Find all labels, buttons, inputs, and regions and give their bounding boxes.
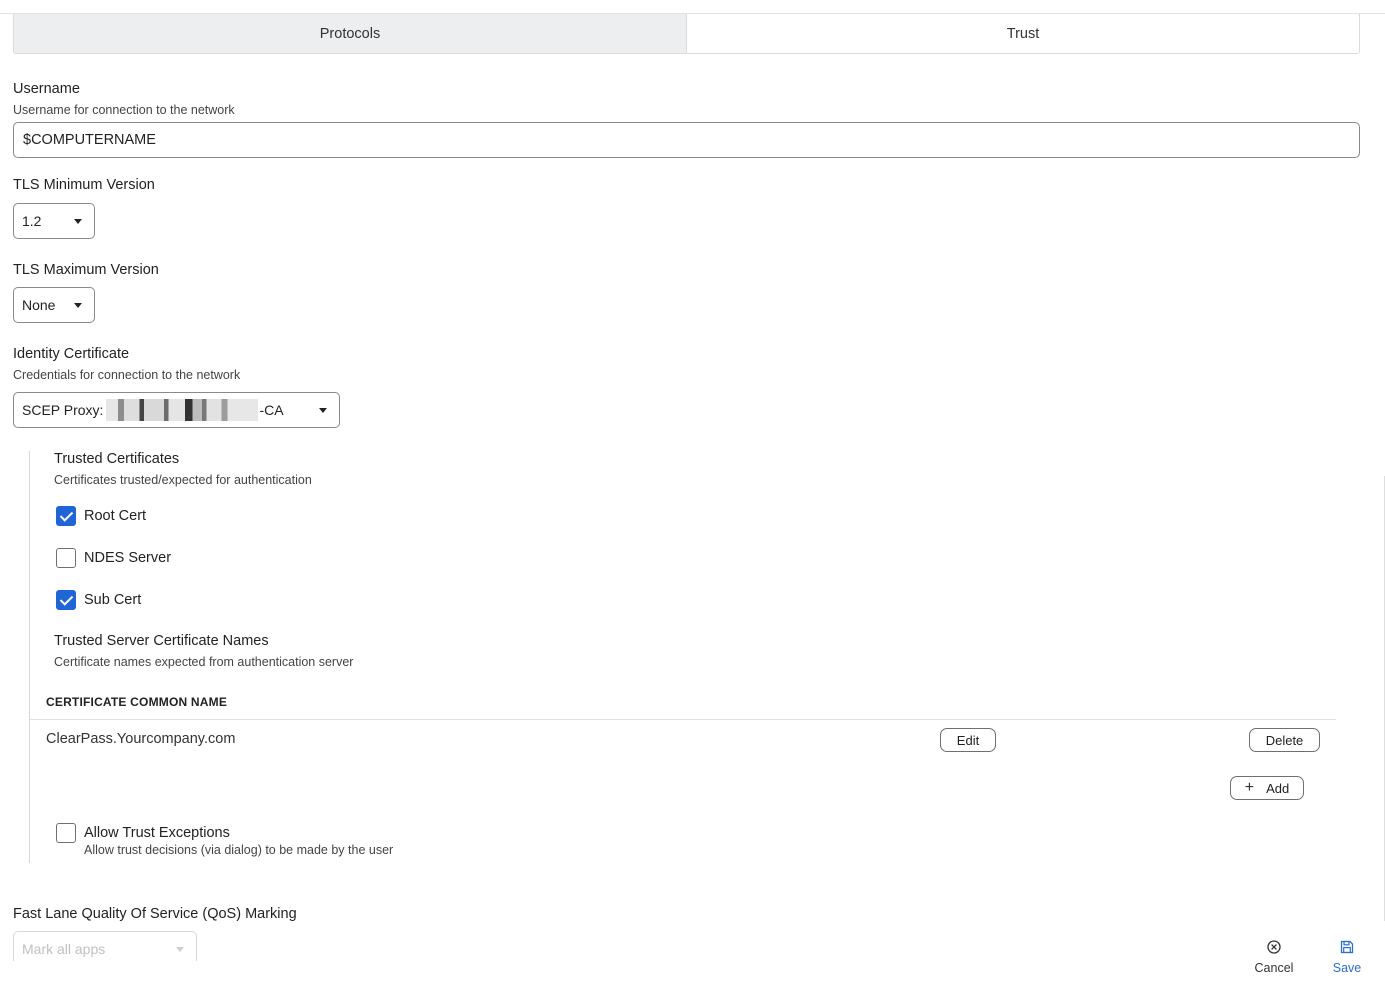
tls-min-select[interactable]: 1.2 xyxy=(13,203,95,239)
trusted-certificates-label: Trusted Certificates xyxy=(54,451,180,467)
redacted-text xyxy=(106,399,259,421)
identity-certificate-select[interactable]: SCEP Proxy: -CA xyxy=(13,392,340,428)
username-description: Username for connection to the network xyxy=(13,103,235,117)
checkbox-ndes-server[interactable]: NDES Server xyxy=(56,548,171,568)
save-floppy-icon xyxy=(1340,940,1354,954)
trusted-server-names-description: Certificate names expected from authenti… xyxy=(54,655,354,669)
tab-trust[interactable]: Trust xyxy=(687,14,1359,53)
tls-max-select[interactable]: None xyxy=(13,287,95,323)
edit-button[interactable]: Edit xyxy=(940,728,996,752)
checkbox-checked-icon[interactable] xyxy=(56,590,76,610)
caret-down-icon xyxy=(74,303,82,308)
tls-min-label: TLS Minimum Version xyxy=(13,177,155,193)
caret-down-icon xyxy=(319,408,327,413)
checkbox-unchecked-icon[interactable] xyxy=(56,548,76,568)
trusted-certificates-description: Certificates trusted/expected for authen… xyxy=(54,473,312,487)
checkbox-root-cert[interactable]: Root Cert xyxy=(56,506,146,526)
cancel-label: Cancel xyxy=(1254,961,1294,975)
plus-icon: + xyxy=(1244,779,1255,796)
checkbox-checked-icon[interactable] xyxy=(56,506,76,526)
cancel-circle-x-icon xyxy=(1267,940,1281,954)
trusted-server-names-label: Trusted Server Certificate Names xyxy=(54,633,269,649)
username-label: Username xyxy=(13,81,80,97)
checkbox-allow-trust-exceptions[interactable]: Allow Trust Exceptions xyxy=(56,823,230,843)
caret-down-icon xyxy=(176,947,184,952)
table-divider xyxy=(30,719,1336,720)
checkbox-label: NDES Server xyxy=(84,550,172,566)
checkbox-label: Sub Cert xyxy=(84,592,142,608)
table-row: ClearPass.Yourcompany.com xyxy=(46,731,236,747)
checkbox-label: Root Cert xyxy=(84,508,147,524)
username-input[interactable] xyxy=(13,122,1360,158)
identity-certificate-description: Credentials for connection to the networ… xyxy=(13,368,241,382)
save-label: Save xyxy=(1332,961,1362,975)
tls-max-label: TLS Maximum Version xyxy=(13,262,159,278)
delete-button[interactable]: Delete xyxy=(1249,728,1320,752)
tab-bar: Protocols Trust xyxy=(13,14,1360,54)
checkbox-sub-cert[interactable]: Sub Cert xyxy=(56,590,141,610)
fast-lane-select[interactable]: Mark all apps xyxy=(13,931,197,961)
tab-protocols[interactable]: Protocols xyxy=(14,14,687,53)
save-button[interactable]: Save xyxy=(1327,940,1367,975)
section-indent-line xyxy=(29,451,30,863)
cancel-button[interactable]: Cancel xyxy=(1250,940,1298,975)
caret-down-icon xyxy=(74,219,82,224)
fast-lane-label: Fast Lane Quality Of Service (QoS) Marki… xyxy=(13,906,297,922)
identity-certificate-label: Identity Certificate xyxy=(13,346,130,362)
add-button[interactable]: + Add xyxy=(1230,776,1304,800)
tls-max-value: None xyxy=(22,297,56,313)
add-button-label: Add xyxy=(1266,780,1290,796)
allow-trust-exceptions-description: Allow trust decisions (via dialog) to be… xyxy=(84,843,394,857)
checkbox-label: Allow Trust Exceptions xyxy=(84,825,230,841)
identity-certificate-prefix: SCEP Proxy: xyxy=(22,402,104,418)
checkbox-unchecked-icon[interactable] xyxy=(56,823,76,843)
identity-certificate-suffix: -CA xyxy=(259,402,284,418)
tls-min-value: 1.2 xyxy=(22,213,42,229)
column-header-common-name: CERTIFICATE COMMON NAME xyxy=(46,695,228,709)
fast-lane-placeholder: Mark all apps xyxy=(22,940,106,957)
